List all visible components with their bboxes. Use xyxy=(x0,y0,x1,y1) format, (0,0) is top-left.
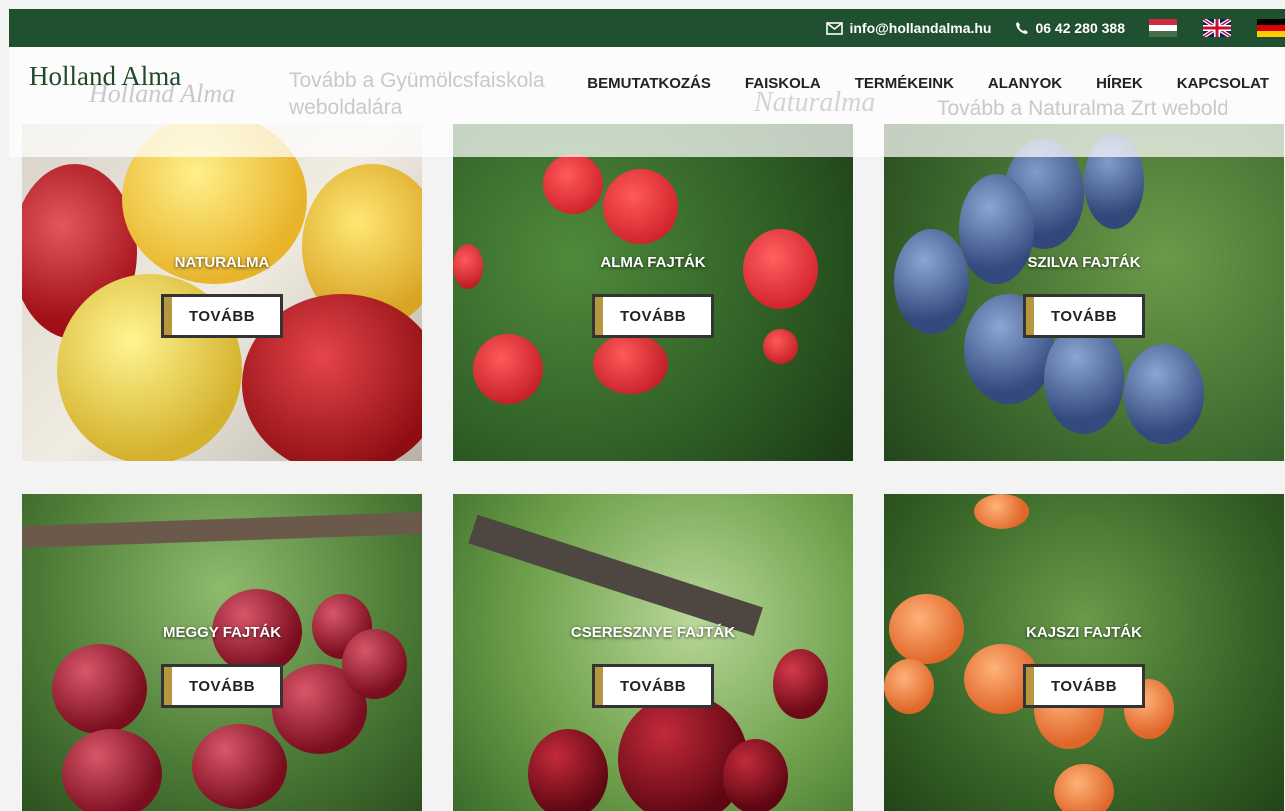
apple-image xyxy=(473,334,543,404)
phone-link[interactable]: 06 42 280 388 xyxy=(1015,20,1125,36)
top-contact-bar: info@hollandalma.hu 06 42 280 388 xyxy=(9,9,1285,47)
card-kajszi-fajtak[interactable]: KAJSZI FAJTÁK TOVÁBB xyxy=(884,494,1284,811)
card-szilva-fajtak[interactable]: SZILVA FAJTÁK TOVÁBB xyxy=(884,124,1284,461)
apricot-image xyxy=(884,659,934,714)
tovabb-button[interactable]: TOVÁBB xyxy=(161,294,283,338)
apricot-image xyxy=(974,494,1029,529)
cherry-image xyxy=(528,729,608,811)
card-label: KAJSZI FAJTÁK xyxy=(1026,624,1142,641)
nav-kapcsolat[interactable]: KAPCSOLAT xyxy=(1177,75,1269,92)
tovabb-button[interactable]: TOVÁBB xyxy=(1023,294,1145,338)
cherry-image xyxy=(52,644,147,734)
main-nav: BEMUTATKOZÁS FAISKOLA TERMÉKEINK ALANYOK… xyxy=(553,75,1269,92)
envelope-icon xyxy=(826,21,844,35)
site-logo[interactable]: Holland Alma xyxy=(29,61,181,92)
card-meggy-fajtak[interactable]: MEGGY FAJTÁK TOVÁBB xyxy=(22,494,422,811)
plum-image xyxy=(1124,344,1204,444)
cherry-image xyxy=(723,739,788,811)
card-naturalma[interactable]: NATURALMA TOVÁBB xyxy=(22,124,422,461)
card-cseresznye-fajtak[interactable]: CSERESZNYE FAJTÁK TOVÁBB xyxy=(453,494,853,811)
email-text: info@hollandalma.hu xyxy=(849,20,992,36)
apricot-image xyxy=(1054,764,1114,811)
nav-hirek[interactable]: HÍREK xyxy=(1096,75,1143,92)
branch-image xyxy=(22,512,422,548)
card-alma-fajtak[interactable]: ALMA FAJTÁK TOVÁBB xyxy=(453,124,853,461)
apple-image xyxy=(593,334,668,394)
card-label: SZILVA FAJTÁK xyxy=(1027,254,1141,271)
cherry-image xyxy=(773,649,828,719)
nav-faiskola[interactable]: FAISKOLA xyxy=(745,75,821,92)
tovabb-button[interactable]: TOVÁBB xyxy=(1023,664,1145,708)
tovabb-button[interactable]: TOVÁBB xyxy=(161,664,283,708)
email-link[interactable]: info@hollandalma.hu xyxy=(826,20,991,36)
apple-image xyxy=(763,329,798,364)
apple-image xyxy=(543,154,603,214)
phone-icon xyxy=(1016,22,1029,34)
cherry-image xyxy=(192,724,287,809)
cherry-image xyxy=(62,729,162,811)
phone-text: 06 42 280 388 xyxy=(1035,20,1125,36)
nav-alanyok[interactable]: ALANYOK xyxy=(988,75,1062,92)
tovabb-button[interactable]: TOVÁBB xyxy=(592,294,714,338)
tovabb-button[interactable]: TOVÁBB xyxy=(592,664,714,708)
apple-image xyxy=(603,169,678,244)
branch-image xyxy=(468,514,763,636)
naturalma-site-link[interactable]: Tovább a Naturalma Zrt weboldalára xyxy=(937,95,1227,122)
card-label: ALMA FAJTÁK xyxy=(600,254,706,271)
plum-image xyxy=(894,229,969,334)
flag-de-icon[interactable] xyxy=(1257,19,1285,37)
card-label: NATURALMA xyxy=(174,254,270,271)
card-label: MEGGY FAJTÁK xyxy=(162,624,282,641)
nursery-site-link[interactable]: Tovább a Gyümölcsfaiskola weboldalára xyxy=(289,67,579,121)
flag-hu-icon[interactable] xyxy=(1149,19,1177,37)
plum-image xyxy=(1044,324,1124,434)
nav-bemutatkozas[interactable]: BEMUTATKOZÁS xyxy=(587,75,711,92)
nav-termekeink[interactable]: TERMÉKEINK xyxy=(855,75,954,92)
card-label: CSERESZNYE FAJTÁK xyxy=(570,624,736,641)
site-header: Holland Alma Tovább a Gyümölcsfaiskola w… xyxy=(9,47,1285,157)
flag-uk-icon[interactable] xyxy=(1203,19,1231,37)
